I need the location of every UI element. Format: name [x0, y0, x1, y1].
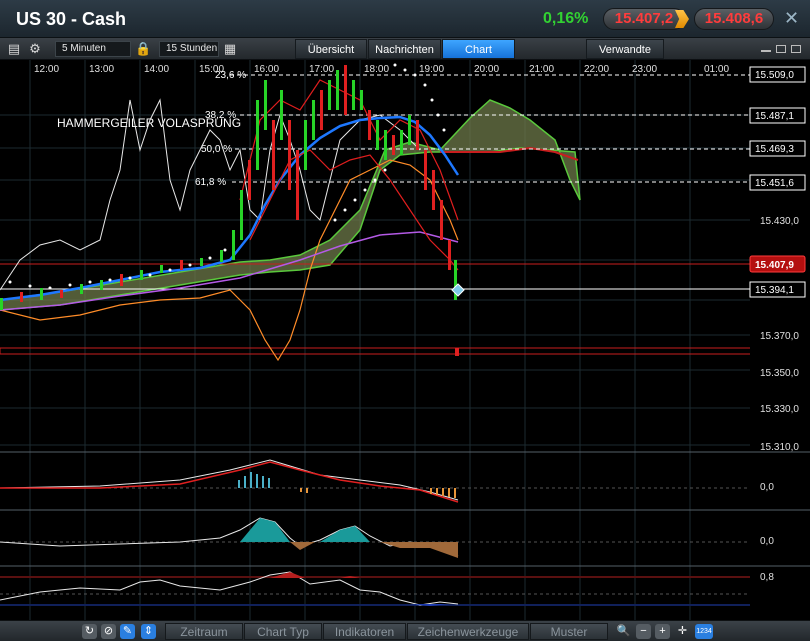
price-axis: 15.509,0 15.487,1 15.469,3 15.451,6 15.4… — [749, 60, 810, 455]
price-label: 15.310,0 — [760, 442, 799, 453]
lock-icon[interactable]: 🔒 — [135, 41, 151, 57]
boxed-level[interactable]: 15.394,1 — [749, 281, 806, 298]
tab-overview[interactable]: Übersicht — [295, 39, 367, 59]
fib-label: 61,8 % — [195, 177, 226, 188]
indicator-axis-label: 0,0 — [760, 482, 774, 493]
tab-news[interactable]: Nachrichten — [368, 39, 441, 59]
indicator-axis-label: 0,0 — [760, 536, 774, 547]
time-label: 20:00 — [474, 64, 499, 75]
refresh-icon[interactable]: ↻ — [82, 624, 97, 639]
time-label: 21:00 — [529, 64, 554, 75]
instrument-title: US 30 - Cash — [16, 9, 127, 29]
zoom-in-icon[interactable]: + — [655, 624, 670, 639]
maximize-icon[interactable] — [791, 45, 801, 53]
tab-zeitraum[interactable]: Zeitraum — [165, 623, 243, 640]
boxed-level[interactable]: 15.487,1 — [749, 107, 806, 124]
tab-chart[interactable]: Chart — [442, 39, 515, 59]
time-label: 13:00 — [89, 64, 114, 75]
price-label: 15.330,0 — [760, 404, 799, 415]
time-label: 17:00 — [309, 64, 334, 75]
chart-annotation: HAMMERGEILER VOLASPRUNG — [57, 116, 241, 130]
fib-label: 23,6 % — [215, 70, 246, 81]
percent-change: 0,16% — [543, 10, 589, 27]
svg-text:15.469,3: 15.469,3 — [755, 144, 794, 155]
current-price-badge[interactable]: 15.407,9 — [749, 255, 806, 273]
tab-drawing-tools[interactable]: Zeichenwerkzeuge — [407, 623, 529, 640]
boxed-level[interactable]: 15.451,6 — [749, 174, 806, 191]
pencil-icon[interactable]: ✎ — [120, 624, 135, 639]
ask-price-button[interactable]: 15.408,6 — [694, 8, 774, 30]
range-select[interactable]: 15 Stunden — [159, 41, 219, 57]
price-chart[interactable]: 12:00 13:00 14:00 15:00 16:00 17:00 18:0… — [0, 60, 810, 620]
numeric-badge-icon[interactable]: 1234 — [695, 624, 713, 639]
time-label: 14:00 — [144, 64, 169, 75]
time-label: 16:00 — [254, 64, 279, 75]
time-label: 12:00 — [34, 64, 59, 75]
tab-indicators[interactable]: Indikatoren — [323, 623, 406, 640]
tab-related[interactable]: Verwandte — [586, 39, 664, 59]
updown-icon[interactable]: ⇕ — [141, 624, 156, 639]
svg-text:15.509,0: 15.509,0 — [755, 70, 794, 81]
search-icon[interactable]: 🔍 — [616, 624, 631, 639]
indicator-axis-label: 0,8 — [760, 572, 774, 583]
time-label: 18:00 — [364, 64, 389, 75]
interval-select[interactable]: 5 Minuten — [55, 41, 131, 57]
bid-price-button[interactable]: 15.407,2 — [603, 8, 685, 30]
title-bar: US 30 - Cash 0,16% 15.407,2 15.408,6 ✕ — [0, 0, 810, 38]
crosshair-icon[interactable]: ✛ — [675, 624, 690, 639]
tab-patterns[interactable]: Muster — [530, 623, 608, 640]
svg-text:15.407,9: 15.407,9 — [755, 260, 794, 271]
time-label: 22:00 — [584, 64, 609, 75]
fib-label: 50,0 % — [201, 144, 232, 155]
boxed-level[interactable]: 15.469,3 — [749, 140, 806, 157]
sheet-icon[interactable]: ▤ — [6, 41, 22, 57]
tab-chart-type[interactable]: Chart Typ — [244, 623, 322, 640]
bottom-toolbar: ↻ ⊘ ✎ ⇕ Zeitraum Chart Typ Indikatoren Z… — [0, 620, 810, 641]
calendar-icon[interactable]: ▦ — [222, 41, 238, 57]
svg-text:15.394,1: 15.394,1 — [755, 285, 794, 296]
boxed-level[interactable]: 15.509,0 — [749, 66, 806, 83]
chart-toolbar: ▤ ⚙ 5 Minuten 🔒 15 Stunden ▦ Übersicht N… — [0, 38, 810, 60]
close-icon[interactable]: ✕ — [784, 8, 799, 29]
price-label: 15.430,0 — [760, 216, 799, 227]
svg-text:15.487,1: 15.487,1 — [755, 111, 794, 122]
price-label: 15.350,0 — [760, 368, 799, 379]
price-label: 15.370,0 — [760, 331, 799, 342]
zoom-out-icon[interactable]: − — [636, 624, 651, 639]
order-marker — [455, 348, 459, 356]
time-label: 19:00 — [419, 64, 444, 75]
restore-icon[interactable] — [776, 45, 786, 53]
time-label: 23:00 — [632, 64, 657, 75]
no-entry-icon[interactable]: ⊘ — [101, 624, 116, 639]
time-label: 01:00 — [704, 64, 729, 75]
gear-icon[interactable]: ⚙ — [27, 41, 43, 57]
svg-text:15.451,6: 15.451,6 — [755, 178, 794, 189]
minimize-icon[interactable] — [761, 50, 771, 52]
